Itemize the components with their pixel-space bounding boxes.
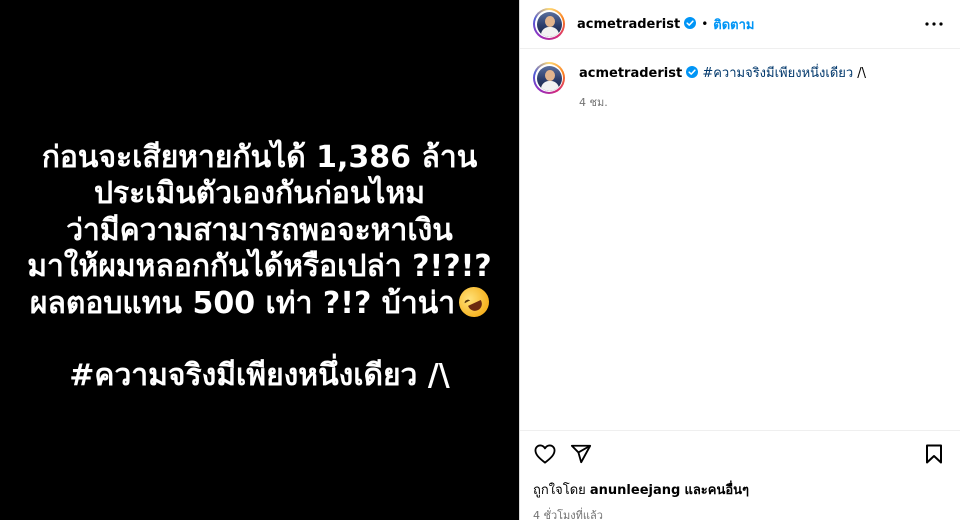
caption-body: acmetraderist #ความจริงมีเพียงหนึ่งเดียว… <box>579 62 866 430</box>
bookmark-icon <box>926 444 942 464</box>
post-viewer: ก่อนจะเสียหายกันได้ 1,386 ล้าน ประเมินตั… <box>0 0 960 520</box>
liked-by-user-link[interactable]: anunleejang <box>590 483 680 498</box>
avatar-ring-inner <box>535 10 563 38</box>
post-timestamp[interactable]: 4 ชั่วโมงที่แล้ว <box>533 506 946 520</box>
avatar-ring-inner <box>535 64 563 92</box>
caption-username[interactable]: acmetraderist <box>579 66 682 81</box>
post-image[interactable]: ก่อนจะเสียหายกันได้ 1,386 ล้าน ประเมินตั… <box>0 0 519 520</box>
post-caption: acmetraderist #ความจริงมีเพียงหนึ่งเดียว… <box>520 49 960 430</box>
header-separator: • <box>701 17 709 31</box>
caption-timestamp[interactable]: 4 ชม. <box>579 93 866 111</box>
image-text-line: มาให้ผมหลอกกันได้หรือเปล่า ?!?!? <box>27 249 492 284</box>
follow-button[interactable]: ติดตาม <box>713 14 754 35</box>
image-text-line: ว่ามีความสามารถพอจะหาเงิน <box>66 212 453 248</box>
share-icon <box>570 444 592 464</box>
more-options-icon[interactable] <box>922 12 946 36</box>
header-username-text[interactable]: acmetraderist <box>577 17 680 32</box>
verified-badge-icon <box>684 16 697 29</box>
avatar[interactable] <box>533 8 565 40</box>
caption-suffix: /\ <box>857 66 866 81</box>
caption-hashtag-link[interactable]: #ความจริงมีเพียงหนึ่งเดียว <box>702 66 853 81</box>
image-text-line: ผลตอบแทน 500 เท่า ?!? บ้าน่า <box>27 281 494 323</box>
avatar-image <box>536 11 562 37</box>
post-side-panel: acmetraderist • ติดตาม acmetraderist #คว… <box>519 0 960 520</box>
image-text-line: ประเมินตัวเองกันก่อนไหม <box>93 176 426 211</box>
avatar-image <box>536 65 562 91</box>
image-text-line: ก่อนจะเสียหายกันได้ 1,386 ล้าน <box>41 139 478 175</box>
liked-others-link[interactable]: และคนอื่นๆ <box>684 483 749 498</box>
heart-icon <box>534 444 556 464</box>
save-button[interactable] <box>922 442 946 466</box>
image-text-gap <box>27 322 491 358</box>
liked-prefix: ถูกใจโดย <box>533 483 586 498</box>
post-header: acmetraderist • ติดตาม <box>520 0 960 49</box>
verified-badge-icon <box>686 66 699 78</box>
more-options-glyph <box>925 22 943 26</box>
liked-by-text: ถูกใจโดย anunleejang และคนอื่นๆ <box>533 479 946 500</box>
image-hashtag-line: #ความจริงมีเพียงหนึ่งเดียว /\ <box>69 358 450 393</box>
like-button[interactable] <box>533 442 557 466</box>
rolling-on-floor-laughing-emoji-icon <box>454 281 494 322</box>
post-image-text: ก่อนจะเสียหายกันได้ 1,386 ล้าน ประเมินตั… <box>27 126 494 395</box>
action-bar <box>533 442 946 466</box>
caption-text: acmetraderist #ความจริงมีเพียงหนึ่งเดียว… <box>579 62 866 83</box>
caption-avatar[interactable] <box>533 62 565 94</box>
share-button[interactable] <box>569 442 593 466</box>
post-footer: ถูกใจโดย anunleejang และคนอื่นๆ 4 ชั่วโม… <box>520 430 960 520</box>
header-username[interactable]: acmetraderist <box>577 16 697 32</box>
image-text-line-content: ผลตอบแทน 500 เท่า ?!? บ้าน่า <box>29 285 456 321</box>
